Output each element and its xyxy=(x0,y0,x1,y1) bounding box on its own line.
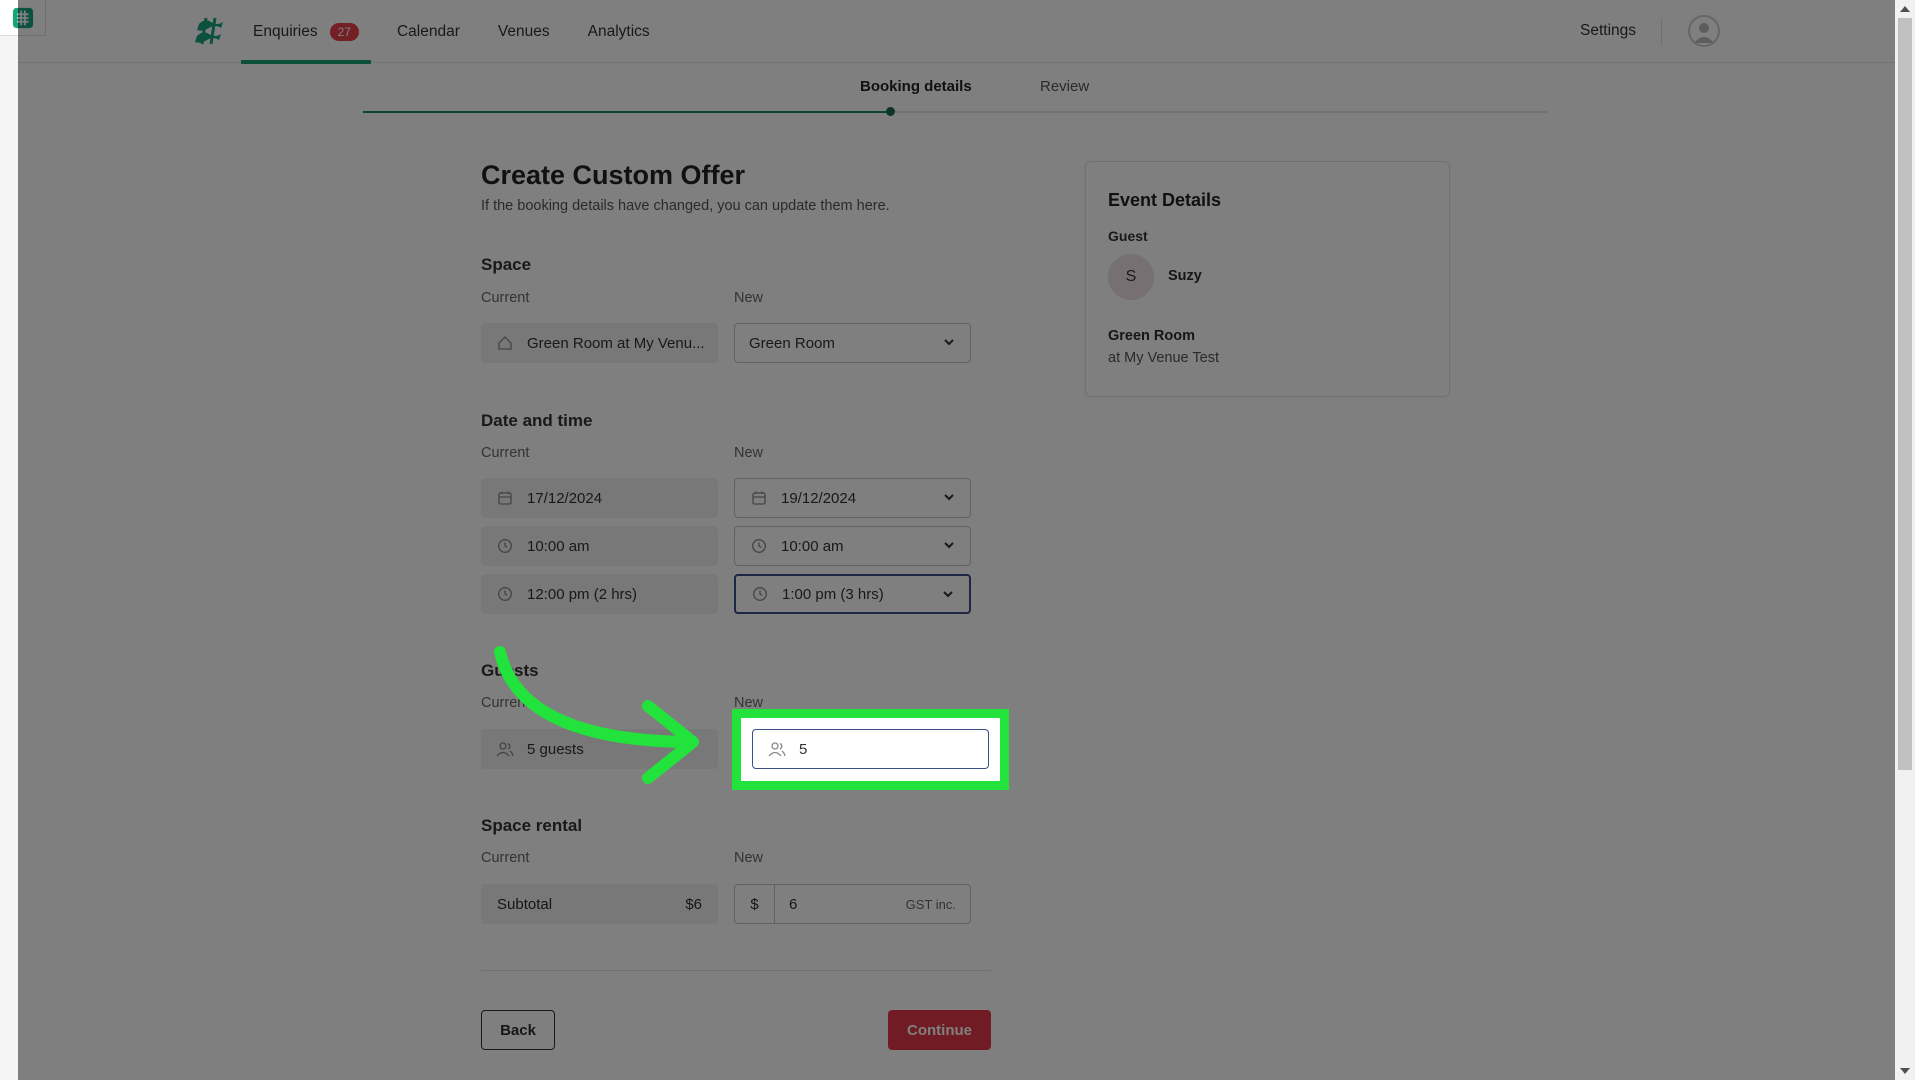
chevron-down-icon xyxy=(941,587,955,605)
step-progress-fill xyxy=(363,111,891,113)
main-nav: Enquiries 27 Calendar Venues Analytics xyxy=(241,0,676,64)
date-select-value: 19/12/2024 xyxy=(781,489,857,507)
window-edge xyxy=(1915,0,1920,1080)
chevron-down-icon xyxy=(942,538,956,556)
back-button[interactable]: Back xyxy=(481,1010,555,1050)
clock-icon xyxy=(749,536,769,556)
scroll-thumb[interactable] xyxy=(1898,18,1912,770)
end-time-select[interactable]: 1:00 pm (3 hrs) xyxy=(734,574,971,614)
date-select[interactable]: 19/12/2024 xyxy=(734,478,971,518)
nav-item-calendar[interactable]: Calendar xyxy=(385,0,472,63)
step-marker xyxy=(886,107,895,116)
nav-item-label: Venues xyxy=(497,22,550,40)
corner-logo-icon xyxy=(0,0,46,36)
space-select-value: Green Room xyxy=(749,334,835,352)
chevron-down-icon xyxy=(942,335,956,353)
new-label: New xyxy=(734,290,764,306)
users-icon xyxy=(767,739,787,759)
user-avatar-icon[interactable] xyxy=(1688,15,1720,47)
calendar-icon xyxy=(495,488,515,508)
page-title: Create Custom Offer xyxy=(481,160,746,190)
nav-item-enquiries[interactable]: Enquiries 27 xyxy=(241,0,371,64)
nav-item-venues[interactable]: Venues xyxy=(486,0,562,63)
current-date-value: 17/12/2024 xyxy=(527,489,603,507)
current-subtotal-field: Subtotal $6 xyxy=(481,884,718,924)
current-space-value: Green Room at My Venu... xyxy=(527,334,705,352)
price-input-value: 6 xyxy=(789,895,798,913)
clock-icon xyxy=(750,584,770,604)
section-title-space: Space xyxy=(481,255,532,274)
nav-item-label: Calendar xyxy=(396,22,460,40)
current-space-field: Green Room at My Venu... xyxy=(481,323,718,363)
clock-icon xyxy=(495,536,515,556)
event-details-card: Event Details Guest S Suzy Green Room at… xyxy=(1085,161,1450,397)
guest-name: Suzy xyxy=(1168,268,1202,284)
step-review[interactable]: Review xyxy=(1040,78,1089,95)
nav-item-analytics[interactable]: Analytics xyxy=(576,0,662,63)
calendar-icon xyxy=(749,488,769,508)
pointer-arrow-icon xyxy=(494,646,699,784)
step-progress: Booking details Review xyxy=(363,64,1548,116)
settings-link[interactable]: Settings xyxy=(1580,22,1636,40)
start-time-select-value: 10:00 am xyxy=(781,537,844,555)
gst-suffix: GST inc. xyxy=(905,896,956,912)
current-start-time-field: 10:00 am xyxy=(481,526,718,566)
current-date-field: 17/12/2024 xyxy=(481,478,718,518)
space-select[interactable]: Green Room xyxy=(734,323,971,363)
event-details-title: Event Details xyxy=(1108,190,1222,210)
current-start-time-value: 10:00 am xyxy=(527,537,590,555)
scroll-down-icon[interactable] xyxy=(1900,1068,1910,1074)
new-label: New xyxy=(734,850,764,866)
chevron-down-icon xyxy=(942,490,956,508)
current-end-time-value: 12:00 pm (2 hrs) xyxy=(527,585,638,603)
home-icon xyxy=(495,333,515,353)
step-booking-details[interactable]: Booking details xyxy=(860,78,972,95)
start-time-select[interactable]: 10:00 am xyxy=(734,526,971,566)
section-title-space-rental: Space rental xyxy=(481,816,583,835)
screen: Enquiries 27 Calendar Venues Analytics S… xyxy=(0,0,1920,1080)
app-window: Enquiries 27 Calendar Venues Analytics S… xyxy=(0,0,1895,1080)
scroll-up-icon[interactable] xyxy=(1900,6,1910,12)
guest-label: Guest xyxy=(1108,228,1148,244)
event-venue: at My Venue Test xyxy=(1108,350,1219,366)
nav-item-label: Enquiries xyxy=(253,22,318,40)
form-divider xyxy=(481,970,991,971)
guests-input-value: 5 xyxy=(799,740,808,758)
top-nav-bar: Enquiries 27 Calendar Venues Analytics S… xyxy=(0,0,1895,64)
vertical-scrollbar[interactable] xyxy=(1895,0,1915,1080)
event-room: Green Room xyxy=(1108,328,1196,344)
currency-prefix: $ xyxy=(735,885,775,923)
new-label: New xyxy=(734,445,764,461)
section-title-date-time: Date and time xyxy=(481,411,593,430)
nav-divider xyxy=(1661,18,1662,46)
enquiries-count-badge: 27 xyxy=(329,22,359,41)
price-input[interactable]: $ 6 GST inc. xyxy=(734,884,971,924)
subtotal-label: Subtotal xyxy=(497,895,553,913)
nav-item-label: Analytics xyxy=(587,22,650,40)
current-label: Current xyxy=(481,850,530,866)
clock-icon xyxy=(495,584,515,604)
current-label: Current xyxy=(481,290,530,306)
page-subtitle: If the booking details have changed, you… xyxy=(481,198,890,214)
guests-input[interactable]: 5 xyxy=(752,729,989,769)
brand-logo-icon[interactable] xyxy=(193,14,227,48)
continue-button[interactable]: Continue xyxy=(888,1010,991,1050)
guest-avatar: S xyxy=(1108,254,1154,300)
current-end-time-field: 12:00 pm (2 hrs) xyxy=(481,574,718,614)
current-label: Current xyxy=(481,445,530,461)
end-time-select-value: 1:00 pm (3 hrs) xyxy=(782,585,884,603)
subtotal-value: $6 xyxy=(685,895,702,913)
